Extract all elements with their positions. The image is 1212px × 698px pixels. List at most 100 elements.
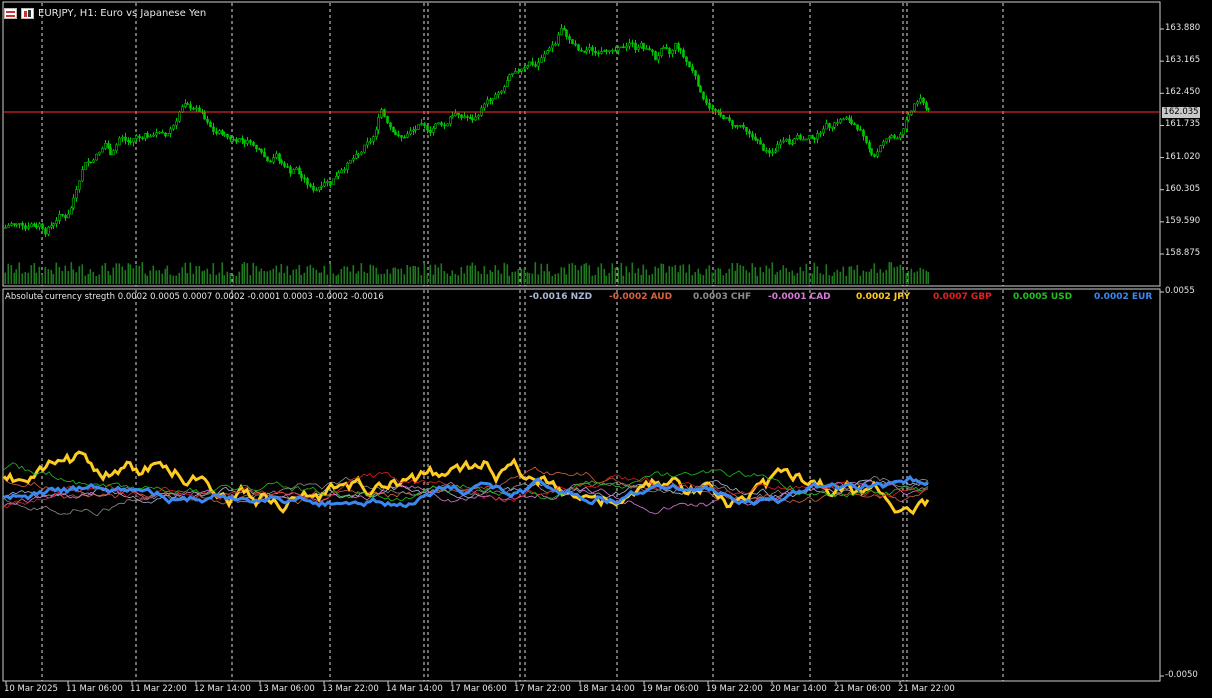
candle-body	[429, 129, 432, 133]
candle-body	[506, 80, 509, 87]
candle-body	[181, 106, 184, 113]
candle-body	[907, 114, 910, 121]
volume-bar	[620, 262, 623, 284]
volume-bar	[859, 275, 862, 284]
candle-body	[839, 119, 842, 123]
volume-bar	[206, 268, 209, 284]
candle-body	[919, 98, 922, 103]
candle-body	[745, 127, 748, 132]
volume-bar	[221, 262, 224, 284]
volume-bar	[876, 272, 879, 284]
volume-bar	[822, 274, 825, 284]
volume-bar	[503, 262, 506, 284]
volume-bar	[246, 263, 249, 284]
candle-body	[300, 173, 303, 179]
candle-body	[625, 45, 628, 48]
candle-body	[813, 137, 816, 140]
candle-body	[4, 226, 7, 229]
volume-bar	[813, 262, 816, 284]
volume-bar	[352, 265, 355, 284]
candle-body	[61, 213, 64, 216]
candle-body	[184, 103, 187, 107]
volume-bar	[694, 272, 697, 284]
candle-body	[195, 107, 198, 110]
volume-bar	[318, 272, 321, 284]
volume-bar	[58, 267, 61, 284]
volume-bar	[762, 272, 765, 284]
volume-bar	[84, 275, 87, 284]
legend-item: -0.0016 NZD	[529, 292, 593, 302]
volume-bar	[848, 266, 851, 284]
candle-body	[158, 131, 161, 134]
candle-body	[876, 151, 879, 157]
candle-body	[403, 136, 406, 139]
volume-bar	[30, 265, 33, 284]
candle-body	[548, 47, 551, 52]
volume-bar	[389, 273, 392, 284]
volume-bar	[625, 266, 628, 284]
volume-bar	[67, 270, 70, 284]
candle-body	[246, 140, 249, 144]
volume-bar	[506, 264, 509, 284]
time-axis-label: 17 Mar 22:00	[514, 684, 571, 694]
volume-bar	[520, 269, 523, 284]
chart-canvas[interactable]	[0, 0, 1212, 698]
volume-bar	[112, 267, 115, 284]
candle-body	[312, 186, 315, 191]
volume-bar	[486, 274, 489, 284]
volume-bar	[845, 275, 848, 284]
candle-body	[292, 169, 295, 174]
volume-bar	[78, 266, 81, 284]
volume-bar	[343, 266, 346, 284]
candle-body	[164, 132, 167, 137]
candle-body	[454, 112, 457, 116]
volume-bar	[357, 271, 360, 284]
volume-bar	[788, 272, 791, 284]
one-click-trading-icon[interactable]	[21, 7, 34, 19]
volume-bar	[537, 274, 540, 284]
time-axis-label: 19 Mar 06:00	[642, 684, 699, 694]
volume-bar	[754, 267, 757, 284]
time-axis-label: 19 Mar 22:00	[706, 684, 763, 694]
candle-body	[873, 154, 876, 157]
candle-body	[805, 138, 808, 141]
currency-strength-lines[interactable]	[2, 450, 930, 517]
volume-bar	[497, 270, 500, 284]
candle-body	[477, 115, 480, 118]
volume-bar	[526, 272, 529, 284]
volume-bar	[349, 271, 352, 284]
volume-bar	[734, 270, 737, 284]
chart-grid-icon[interactable]	[4, 7, 17, 19]
volume-bar	[209, 274, 212, 284]
volume-bar	[568, 263, 571, 284]
volume-bar	[186, 273, 189, 284]
candle-body	[708, 102, 711, 109]
volume-bar	[15, 269, 18, 284]
candle-body	[443, 124, 446, 127]
volume-bar	[346, 266, 349, 284]
volume-bar	[691, 275, 694, 284]
price-candles[interactable]	[4, 24, 930, 238]
candle-body	[383, 109, 386, 117]
candle-body	[115, 144, 118, 151]
candle-body	[104, 143, 107, 149]
candle-body	[278, 153, 281, 161]
candle-body	[554, 43, 557, 46]
volume-bar	[500, 273, 503, 284]
candle-body	[309, 184, 312, 187]
candle-body	[21, 222, 24, 226]
candle-body	[865, 135, 868, 143]
candle-body	[198, 107, 201, 112]
candle-body	[491, 98, 494, 102]
volume-bar	[543, 271, 546, 284]
candle-body	[303, 177, 306, 180]
candle-body	[55, 220, 58, 224]
candle-body	[451, 115, 454, 118]
volume-bar	[172, 275, 175, 284]
volume-bar	[685, 272, 688, 284]
volume-bar	[697, 268, 700, 284]
candle-body	[109, 147, 112, 156]
price-axis-label: 163.880	[1165, 23, 1201, 33]
volume-bar	[144, 273, 147, 284]
candle-body	[18, 222, 21, 225]
